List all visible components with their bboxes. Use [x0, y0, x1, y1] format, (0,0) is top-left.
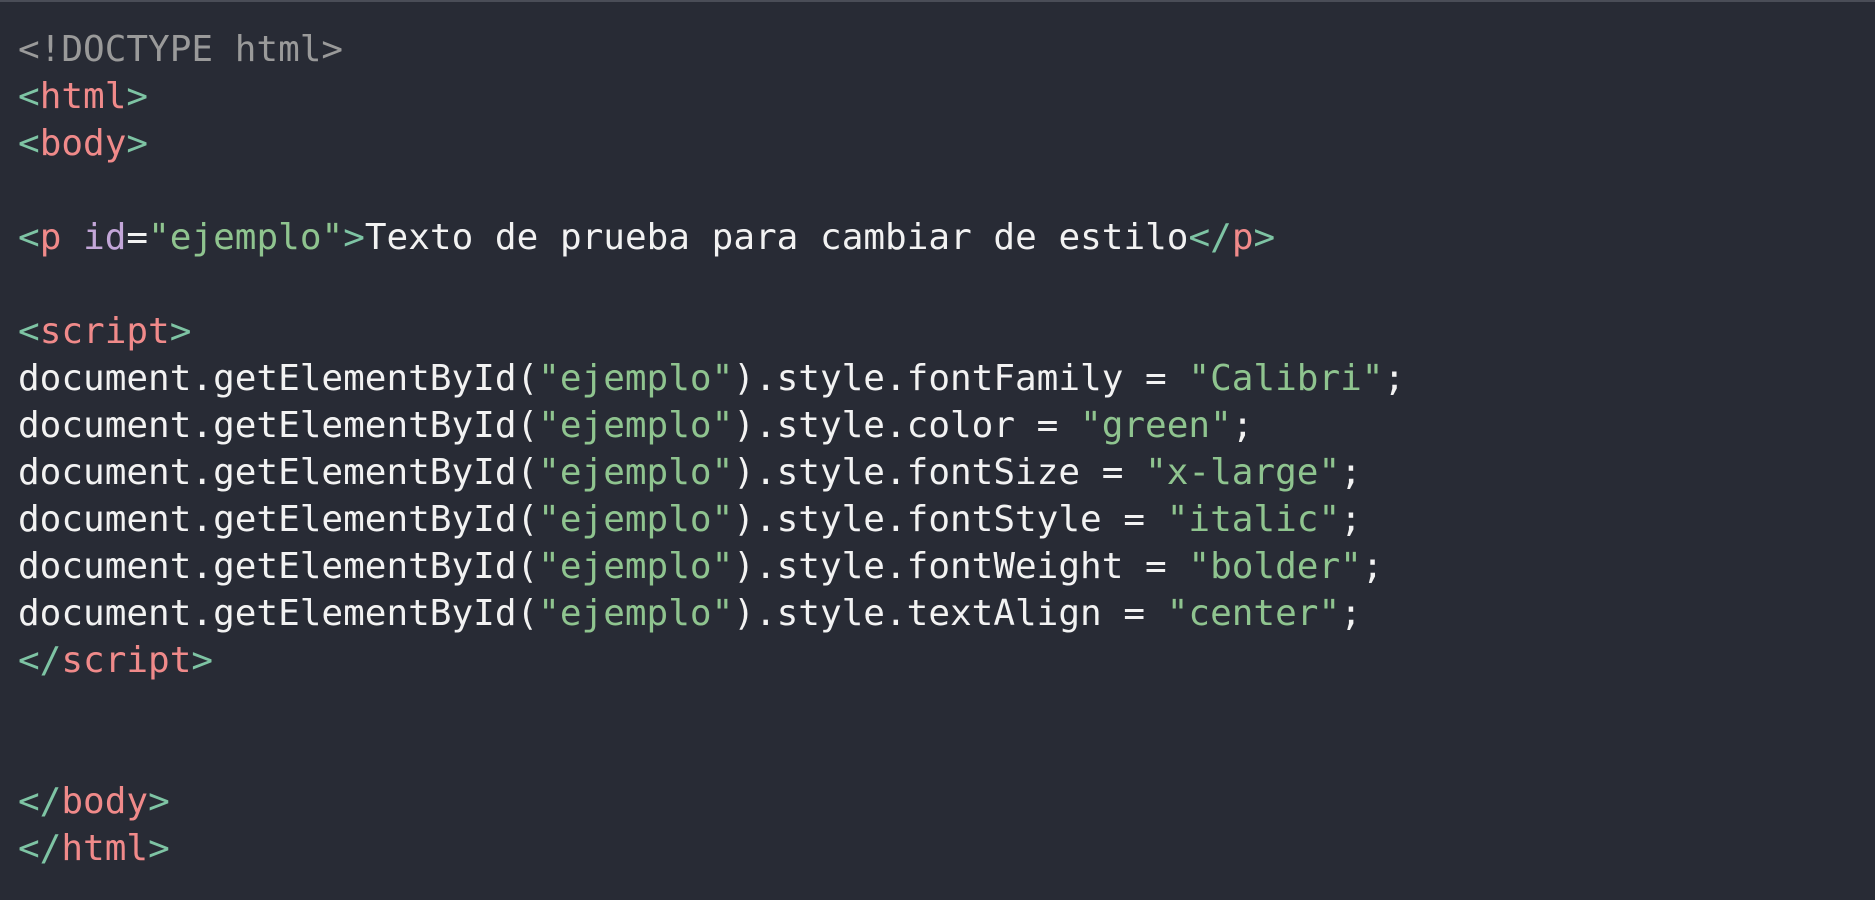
- code-token-string: "green": [1080, 405, 1232, 446]
- code-token-tag: p: [39, 217, 62, 258]
- code-token-bracket: >: [148, 781, 170, 822]
- code-line[interactable]: </body>: [18, 778, 1405, 825]
- code-token-string: "ejemplo": [538, 593, 734, 634]
- code-token-plain: ;: [1340, 593, 1362, 634]
- code-token-string: "bolder": [1188, 546, 1362, 587]
- code-token-plain: document.getElementById(: [18, 452, 539, 493]
- code-token-bracket: </: [18, 781, 62, 822]
- code-line[interactable]: [18, 261, 1405, 308]
- code-token-tag: body: [61, 781, 149, 822]
- code-token-plain: ;: [1231, 405, 1254, 446]
- code-line[interactable]: <!DOCTYPE html>: [18, 26, 1405, 73]
- code-token-plain: document.getElementById(: [18, 499, 539, 540]
- code-line[interactable]: document.getElementById("ejemplo").style…: [18, 543, 1405, 590]
- code-token-plain: document.getElementById(: [18, 405, 539, 446]
- code-token-plain: ;: [1340, 499, 1362, 540]
- code-token-plain: document.getElementById(: [18, 593, 539, 634]
- code-token-bracket: </: [18, 640, 62, 681]
- code-line[interactable]: <p id="ejemplo">Texto de prueba para cam…: [18, 214, 1405, 261]
- code-token-doctype: <!DOCTYPE html>: [18, 29, 344, 70]
- code-token-tag: script: [39, 311, 170, 352]
- code-token-string: "Calibri": [1188, 358, 1384, 399]
- code-token-tag: html: [39, 76, 127, 117]
- code-token-bracket: >: [148, 828, 170, 869]
- code-token-plain: ).style.fontStyle =: [733, 499, 1167, 540]
- code-token-plain: ).style.color =: [733, 405, 1081, 446]
- code-token-tag: script: [61, 640, 192, 681]
- code-token-bracket: <: [18, 123, 40, 164]
- code-line[interactable]: </html>: [18, 825, 1405, 872]
- code-line[interactable]: [18, 684, 1405, 731]
- code-token-attr: id: [83, 217, 127, 258]
- code-token-plain: ;: [1340, 452, 1362, 493]
- code-line[interactable]: <html>: [18, 73, 1405, 120]
- code-editor[interactable]: <!DOCTYPE html> <html> <body> <p id="ejempl…: [0, 0, 1875, 900]
- code-line[interactable]: <script>: [18, 308, 1405, 355]
- code-line[interactable]: document.getElementById("ejemplo").style…: [18, 496, 1405, 543]
- code-line[interactable]: document.getElementById("ejemplo").style…: [18, 590, 1405, 637]
- code-token-string: "center": [1166, 593, 1341, 634]
- code-token-plain: Texto de prueba para cambiar de estilo: [364, 217, 1189, 258]
- code-token-bracket: >: [126, 76, 149, 117]
- code-token-plain: document.getElementById(: [18, 546, 539, 587]
- code-token-plain: =: [126, 217, 149, 258]
- code-token-plain: document.getElementById(: [18, 358, 539, 399]
- code-token-string: "ejemplo": [538, 452, 734, 493]
- code-line[interactable]: <body>: [18, 120, 1405, 167]
- code-token-tag: body: [39, 123, 127, 164]
- code-line[interactable]: [18, 167, 1405, 214]
- code-token-plain: ).style.fontFamily =: [733, 358, 1189, 399]
- code-token-plain: ;: [1361, 546, 1384, 587]
- code-token-bracket: </: [18, 828, 62, 869]
- code-token-string: "x-large": [1145, 452, 1341, 493]
- code-token-string: "ejemplo": [538, 499, 734, 540]
- code-token-bracket: <: [18, 76, 40, 117]
- code-token-bracket: <: [18, 311, 40, 352]
- code-token-bracket: </: [1188, 217, 1232, 258]
- code-token-plain: ).style.textAlign =: [733, 593, 1167, 634]
- code-token-bracket: >: [1253, 217, 1276, 258]
- code-token-string: "italic": [1166, 499, 1341, 540]
- code-line[interactable]: document.getElementById("ejemplo").style…: [18, 402, 1405, 449]
- code-token-tag: html: [61, 828, 149, 869]
- code-token-bracket: >: [343, 217, 365, 258]
- code-line[interactable]: </script>: [18, 637, 1405, 684]
- code-token-bracket: >: [191, 640, 214, 681]
- code-line[interactable]: document.getElementById("ejemplo").style…: [18, 355, 1405, 402]
- code-area[interactable]: <!DOCTYPE html> <html> <body> <p id="ejempl…: [18, 26, 1405, 872]
- code-token-plain: ).style.fontWeight =: [733, 546, 1189, 587]
- code-line[interactable]: [18, 731, 1405, 778]
- code-token-bracket: <: [18, 217, 40, 258]
- code-token-plain: ).style.fontSize =: [733, 452, 1146, 493]
- code-token-string: "ejemplo": [148, 217, 344, 258]
- code-token-string: "ejemplo": [538, 405, 734, 446]
- code-line[interactable]: document.getElementById("ejemplo").style…: [18, 449, 1405, 496]
- code-token-plain: ;: [1383, 358, 1406, 399]
- code-token-bracket: >: [169, 311, 192, 352]
- code-token-bracket: >: [126, 123, 149, 164]
- code-token-string: "ejemplo": [538, 546, 734, 587]
- code-token-string: "ejemplo": [538, 358, 734, 399]
- code-token-tag: p: [1231, 217, 1254, 258]
